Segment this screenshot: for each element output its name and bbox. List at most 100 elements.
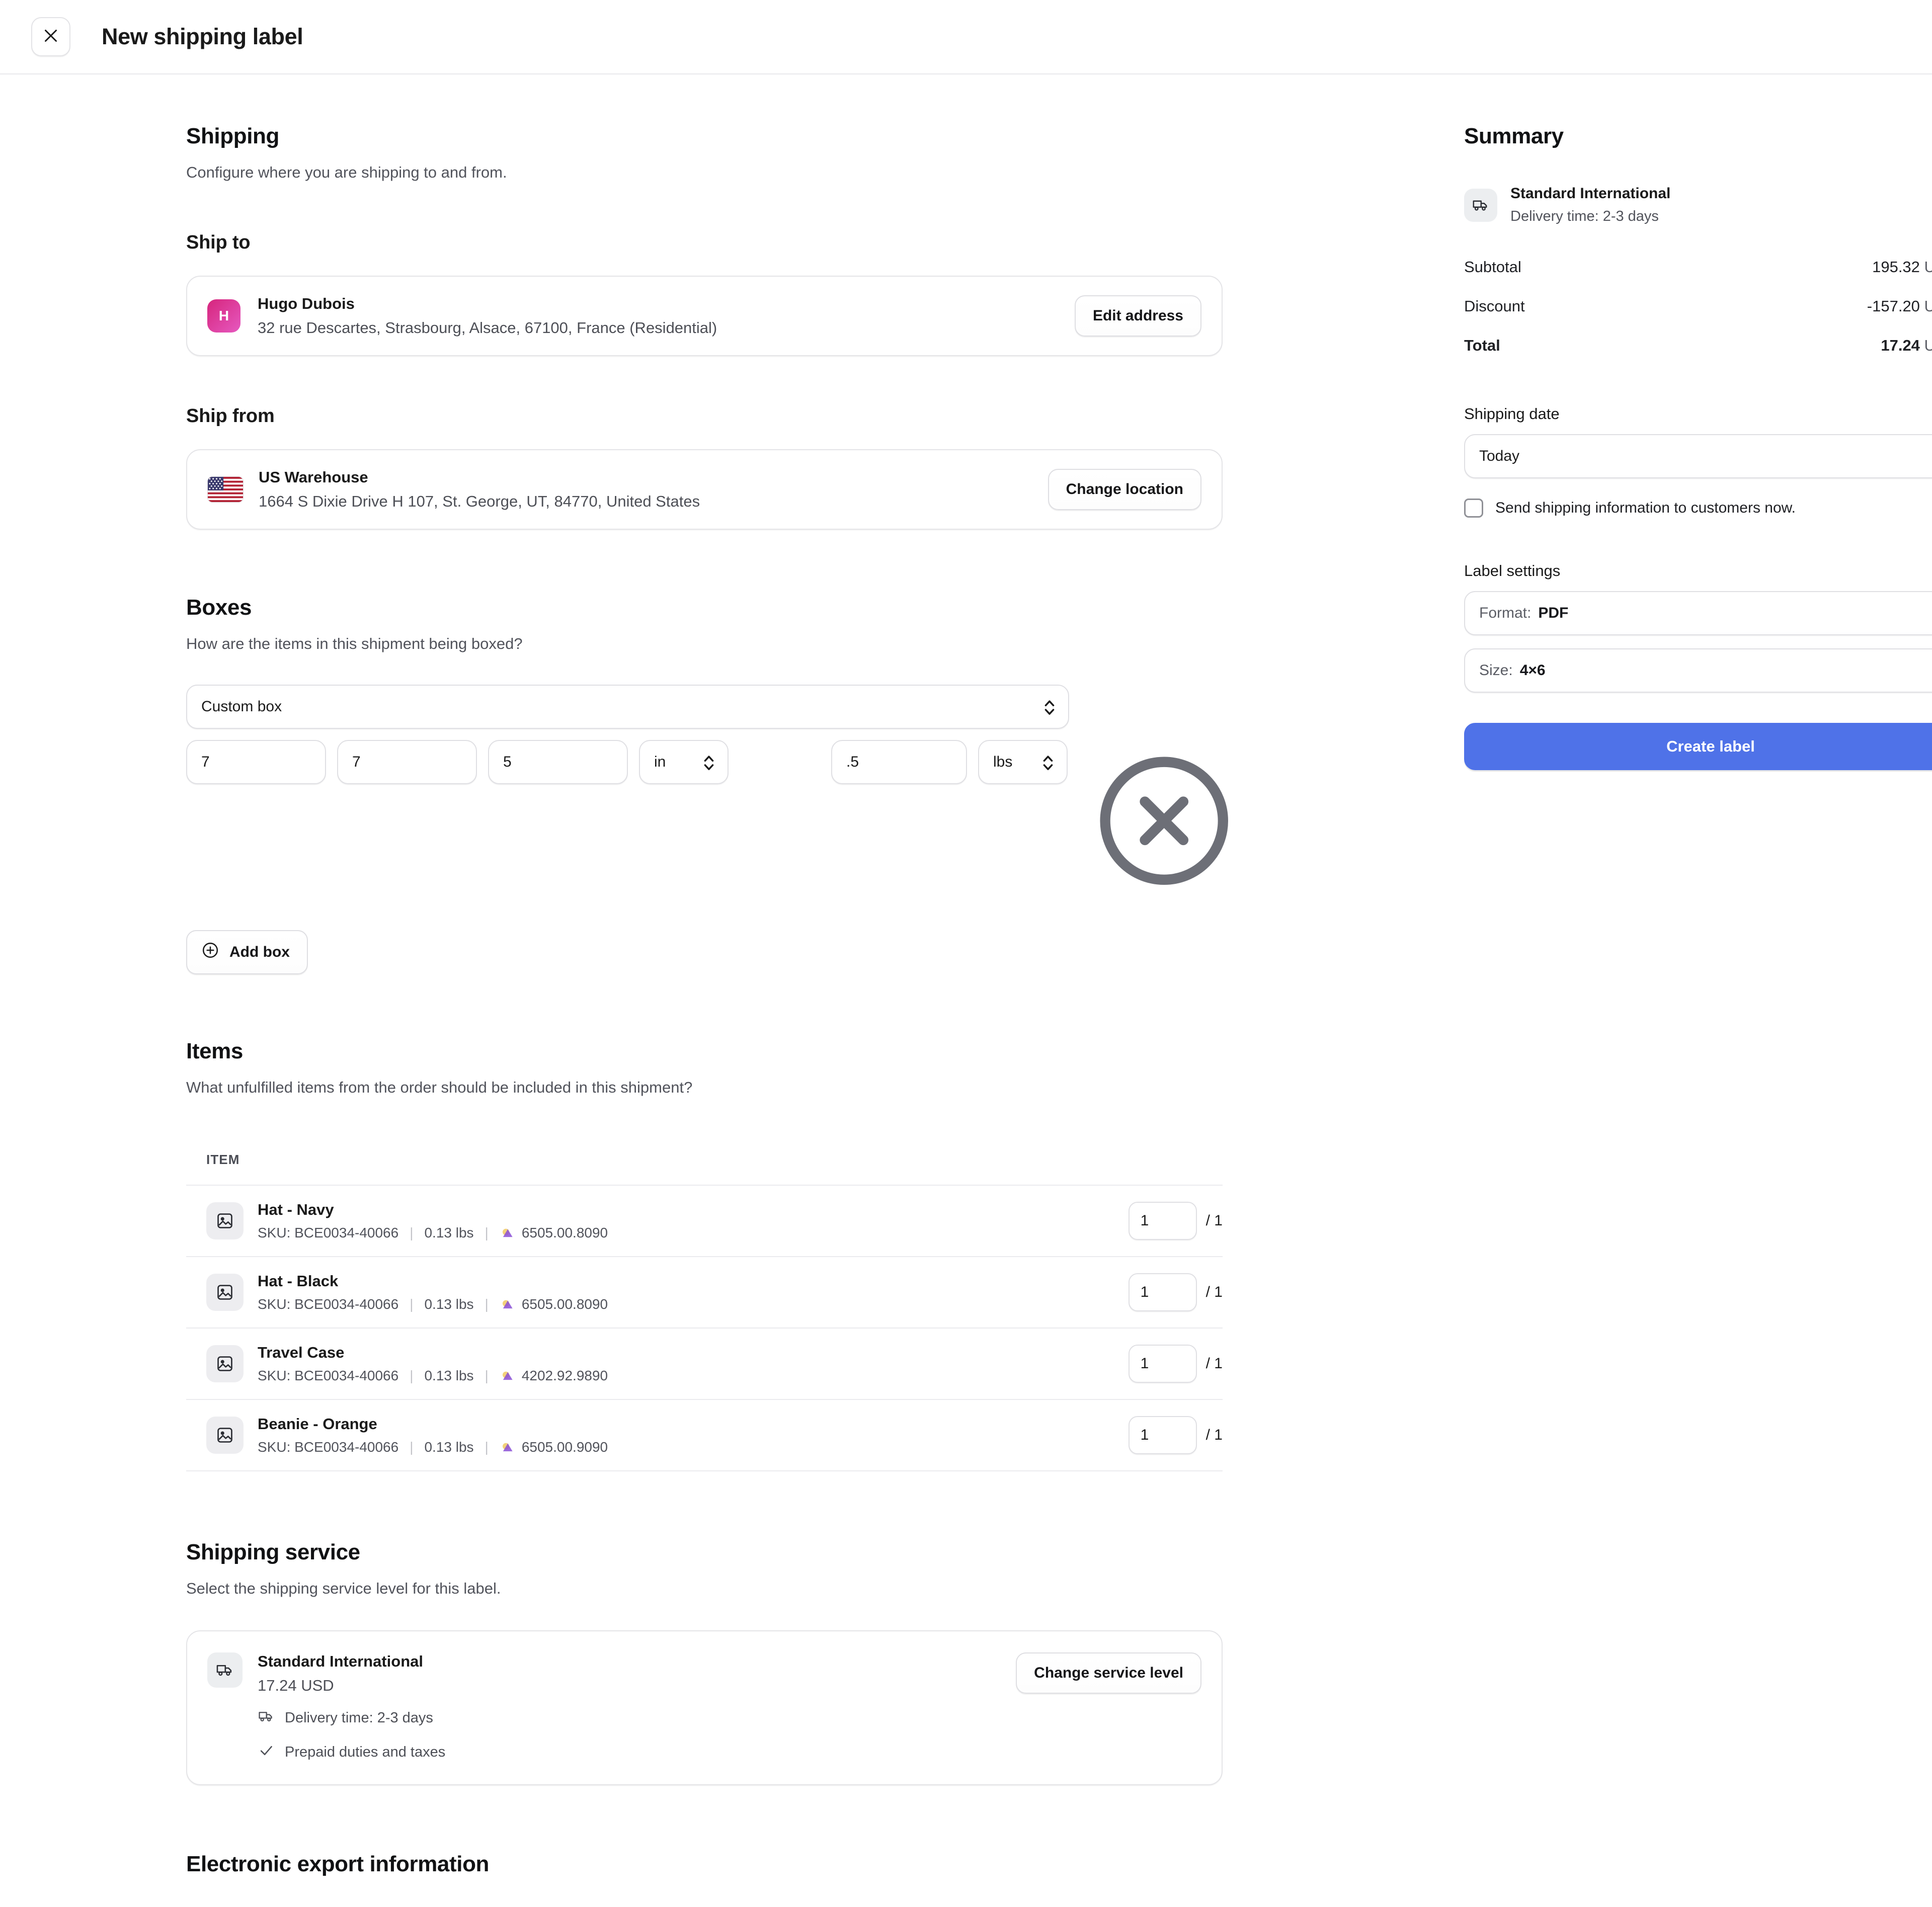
send-shipping-info-row[interactable]: Send shipping information to customers n… <box>1464 499 1932 518</box>
item-sku: SKU: BCE0034-40066 <box>258 1368 399 1384</box>
ship-from-name: US Warehouse <box>259 468 368 486</box>
label-format-value: PDF <box>1538 605 1569 621</box>
avatar: H <box>207 299 240 333</box>
dimension-unit-select[interactable]: in <box>639 739 729 784</box>
item-weight: 0.13 lbs <box>424 1225 474 1241</box>
plus-circle-icon <box>201 941 219 963</box>
meta-separator: | <box>410 1368 414 1384</box>
item-quantity-total: / 1 <box>1205 1284 1223 1301</box>
product-image-placeholder-icon <box>206 1202 244 1240</box>
label-format-select[interactable]: Format: PDF <box>1464 591 1932 635</box>
chevron-updown-icon <box>1041 752 1055 772</box>
summary-subtotal-label: Subtotal <box>1464 258 1521 276</box>
meta-separator: | <box>485 1225 489 1241</box>
ship-to-label: Ship to <box>186 232 251 254</box>
shipping-section: Shipping Configure where you are shippin… <box>186 124 1223 183</box>
boxes-section-title: Boxes <box>186 595 252 620</box>
close-icon <box>42 27 60 47</box>
items-section-description: What unfulfilled items from the order sh… <box>186 1079 693 1097</box>
remove-box-icon[interactable] <box>1087 757 1241 899</box>
edit-address-button[interactable]: Edit address <box>1074 295 1201 337</box>
meta-separator: | <box>485 1368 489 1384</box>
summary-subtotal-currency: USD <box>1924 258 1932 276</box>
main-content: Shipping Configure where you are shippin… <box>186 124 1228 1907</box>
shipping-date-select[interactable]: Today <box>1464 434 1932 478</box>
change-location-button[interactable]: Change location <box>1048 469 1201 511</box>
dimension-unit-value: in <box>654 753 666 770</box>
box-weight-input[interactable] <box>831 739 967 784</box>
item-weight: 0.13 lbs <box>424 1439 474 1455</box>
send-shipping-info-label: Send shipping information to customers n… <box>1495 500 1796 516</box>
service-price: 17.24 USD <box>258 1676 334 1694</box>
weight-unit-select[interactable]: lbs <box>978 739 1068 784</box>
product-image-placeholder-icon <box>206 1274 244 1311</box>
item-quantity-total: / 1 <box>1205 1212 1223 1229</box>
item-quantity-input[interactable] <box>1128 1416 1197 1455</box>
table-row: Travel Case SKU: BCE0034-40066 | 0.13 lb… <box>186 1329 1223 1400</box>
box-length-input[interactable] <box>186 739 326 784</box>
shipping-section-description: Configure where you are shipping to and … <box>186 163 507 181</box>
box-width-input[interactable] <box>337 739 477 784</box>
ship-from-card: US Warehouse 1664 S Dixie Drive H 107, S… <box>186 449 1223 530</box>
page-title: New shipping label <box>102 24 303 49</box>
meta-separator: | <box>485 1439 489 1455</box>
shipping-service-section: Shipping service Select the shipping ser… <box>186 1540 1223 1599</box>
item-hs-code: 6505.00.8090 <box>521 1296 608 1312</box>
label-size-select[interactable]: Size: 4×6 <box>1464 648 1932 693</box>
label-size-value: 4×6 <box>1519 662 1546 679</box>
item-weight: 0.13 lbs <box>424 1368 474 1384</box>
shipping-date-label: Shipping date <box>1464 405 1560 423</box>
summary-discount-currency: USD <box>1924 297 1932 315</box>
change-service-level-button[interactable]: Change service level <box>1016 1652 1201 1694</box>
summary-line-total: Total 17.24 USD <box>1464 337 1932 355</box>
summary-service-name: Standard International <box>1510 185 1671 202</box>
close-button[interactable] <box>31 17 70 56</box>
item-quantity-total: / 1 <box>1205 1355 1223 1372</box>
shipping-date-value: Today <box>1479 448 1520 464</box>
item-meta: SKU: BCE0034-40066 | 0.13 lbs | 4202.92.… <box>258 1368 1129 1384</box>
box-height-input[interactable] <box>488 739 628 784</box>
items-table: ITEM Hat - Navy SKU: BCE0034-40066 | 0.1… <box>186 1152 1223 1472</box>
box-type-select[interactable]: Custom box <box>186 684 1069 729</box>
create-label-button[interactable]: Create label <box>1464 723 1932 770</box>
boxes-section: Boxes How are the items in this shipment… <box>186 595 1223 654</box>
summary-discount-label: Discount <box>1464 297 1525 315</box>
meta-separator: | <box>485 1296 489 1312</box>
service-prepaid-duties: Prepaid duties and taxes <box>258 1742 1016 1763</box>
hs-code-icon <box>500 1297 515 1312</box>
item-quantity-total: / 1 <box>1205 1427 1223 1444</box>
item-name: Beanie - Orange <box>258 1415 377 1433</box>
add-box-button[interactable]: Add box <box>186 930 308 975</box>
item-weight: 0.13 lbs <box>424 1296 474 1312</box>
item-hs-code: 6505.00.8090 <box>521 1225 608 1241</box>
item-quantity-input[interactable] <box>1128 1345 1197 1383</box>
label-format-prefix: Format: <box>1479 605 1532 621</box>
electronic-export-title: Electronic export information <box>186 1851 490 1876</box>
summary-line-discount: Discount -157.20 USD <box>1464 297 1932 315</box>
check-icon <box>258 1742 275 1763</box>
meta-separator: | <box>410 1225 414 1241</box>
items-column-header: ITEM <box>186 1152 1223 1186</box>
item-name: Hat - Navy <box>258 1201 334 1219</box>
delivery-truck-icon <box>207 1652 243 1688</box>
item-quantity-input[interactable] <box>1128 1202 1197 1240</box>
item-quantity-input[interactable] <box>1128 1273 1197 1312</box>
item-name: Travel Case <box>258 1344 345 1362</box>
ship-to-card: H Hugo Dubois 32 rue Descartes, Strasbou… <box>186 276 1223 357</box>
send-shipping-info-checkbox[interactable] <box>1464 499 1483 518</box>
shipping-service-title: Shipping service <box>186 1540 360 1565</box>
items-section-title: Items <box>186 1039 243 1064</box>
us-flag-icon <box>207 476 244 503</box>
ship-from-label: Ship from <box>186 405 275 427</box>
item-sku: SKU: BCE0034-40066 <box>258 1439 399 1455</box>
summary-discount-amount: -157.20 <box>1867 297 1920 315</box>
items-section: Items What unfulfilled items from the or… <box>186 1039 1223 1098</box>
item-meta: SKU: BCE0034-40066 | 0.13 lbs | 6505.00.… <box>258 1439 1129 1455</box>
product-image-placeholder-icon <box>206 1417 244 1454</box>
hs-code-icon <box>500 1225 515 1240</box>
hs-code-icon <box>500 1440 515 1455</box>
label-size-prefix: Size: <box>1479 662 1513 679</box>
table-row: Hat - Navy SKU: BCE0034-40066 | 0.13 lbs… <box>186 1186 1223 1258</box>
hs-code-icon <box>500 1368 515 1383</box>
item-hs-code: 4202.92.9890 <box>521 1368 608 1384</box>
